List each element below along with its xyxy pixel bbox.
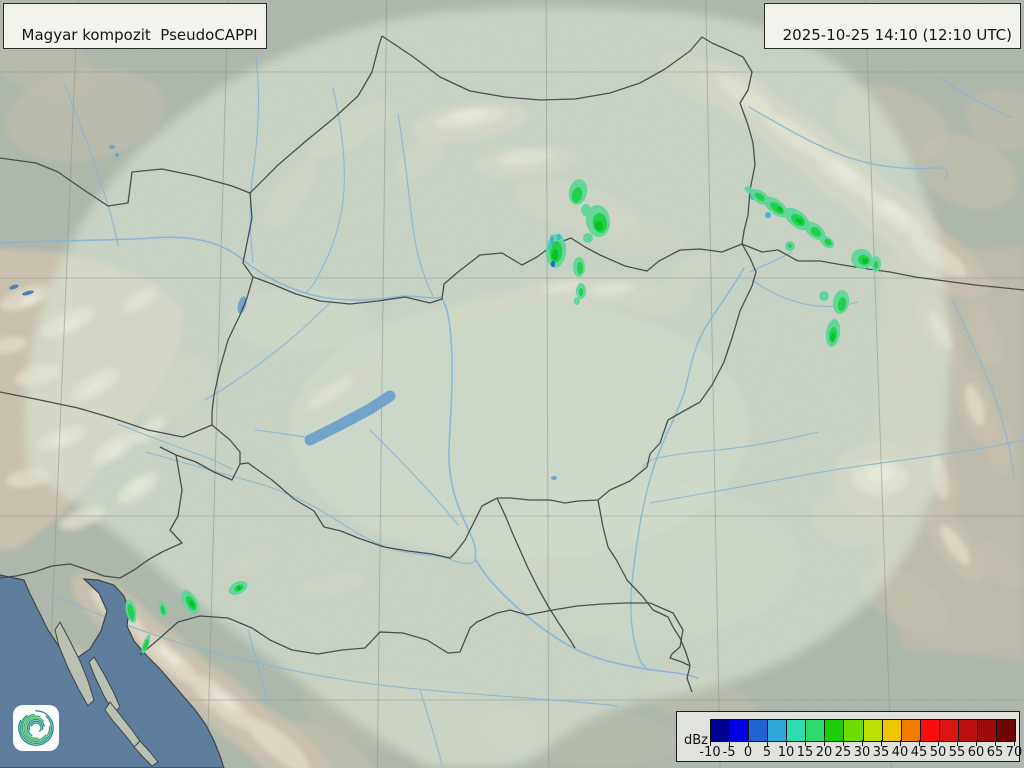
legend-color-cell bbox=[844, 720, 863, 741]
radar-composite-map: Magyar kompozit PseudoCAPPI 2025-10-25 1… bbox=[0, 0, 1024, 768]
legend-color-cell bbox=[978, 720, 997, 741]
legend-tick-label: -10 bbox=[699, 745, 720, 760]
legend-color-cell bbox=[921, 720, 940, 741]
timestamp-label: 2025-10-25 14:10 (12:10 UTC) bbox=[783, 26, 1012, 44]
radar-echo-teal bbox=[548, 244, 552, 250]
legend-tick-label: 30 bbox=[854, 745, 871, 760]
radar-echo-cyan bbox=[557, 234, 561, 240]
reflectivity-legend: dBz -10-50510152025303540455055606570 bbox=[676, 711, 1020, 762]
legend-tick-label: 40 bbox=[892, 745, 909, 760]
radar-echo-mid bbox=[788, 244, 792, 248]
legend-tick-label: 10 bbox=[778, 745, 795, 760]
radar-echo-cyan bbox=[765, 212, 771, 218]
legend-tick-label: 0 bbox=[744, 745, 752, 760]
legend-tick-label: 20 bbox=[816, 745, 833, 760]
legend-tick-label: 5 bbox=[763, 745, 771, 760]
legend-color-cell bbox=[749, 720, 768, 741]
legend-color-bar bbox=[710, 719, 1016, 742]
timestamp-box: 2025-10-25 14:10 (12:10 UTC) bbox=[764, 3, 1021, 49]
radar-echo-mid bbox=[579, 288, 583, 296]
legend-color-cell bbox=[883, 720, 902, 741]
radar-echo-cyan bbox=[550, 235, 554, 245]
radar-echo-mid bbox=[577, 262, 583, 274]
legend-color-cell bbox=[806, 720, 825, 741]
hungaromet-logo bbox=[13, 705, 59, 751]
legend-tick-label: 35 bbox=[873, 745, 890, 760]
legend-tick-label: 60 bbox=[968, 745, 985, 760]
radar-echo-edge bbox=[583, 233, 593, 243]
legend-tick-label: 15 bbox=[797, 745, 814, 760]
radar-echo-mid bbox=[874, 261, 878, 269]
legend-color-cell bbox=[787, 720, 806, 741]
terrain-grain-texture bbox=[0, 0, 1024, 768]
radar-echo-edge bbox=[574, 297, 580, 305]
legend-color-cell bbox=[902, 720, 921, 741]
legend-color-cell bbox=[940, 720, 959, 741]
map-image bbox=[0, 0, 1024, 768]
legend-tick-label: 50 bbox=[930, 745, 947, 760]
product-title: Magyar kompozit PseudoCAPPI bbox=[22, 26, 258, 44]
legend-tick-label: -5 bbox=[723, 745, 736, 760]
legend-color-cell bbox=[864, 720, 883, 741]
legend-color-cell bbox=[730, 720, 749, 741]
radar-echo-blue bbox=[551, 261, 555, 267]
legend-color-cell bbox=[825, 720, 844, 741]
product-title-box: Magyar kompozit PseudoCAPPI bbox=[3, 3, 267, 49]
legend-tick-label: 45 bbox=[911, 745, 928, 760]
legend-tick-label: 70 bbox=[1006, 745, 1023, 760]
legend-tick-label: 55 bbox=[949, 745, 966, 760]
logo-image bbox=[13, 705, 59, 751]
legend-color-cell bbox=[711, 720, 730, 741]
legend-color-cell bbox=[768, 720, 787, 741]
legend-color-cell bbox=[959, 720, 978, 741]
legend-tick-label: 25 bbox=[835, 745, 852, 760]
legend-tick-label: 65 bbox=[987, 745, 1004, 760]
legend-color-cell bbox=[997, 720, 1015, 741]
radar-echo-edge bbox=[819, 291, 829, 301]
